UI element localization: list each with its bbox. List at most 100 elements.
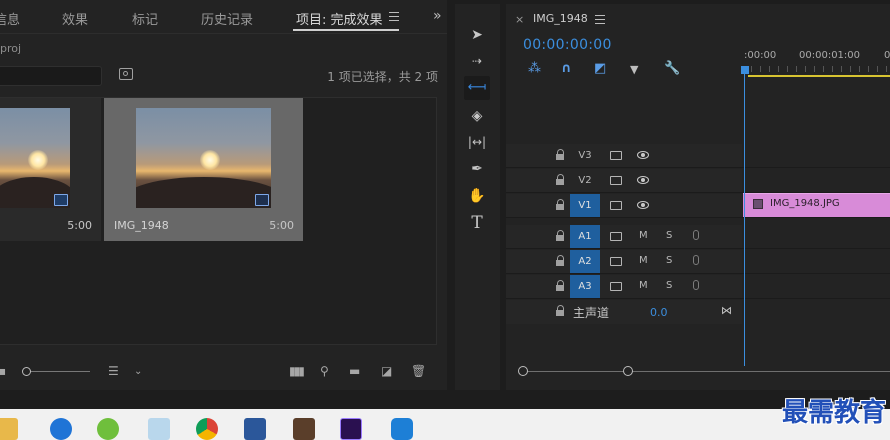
track-label[interactable]: A3 [570, 275, 600, 298]
lock-icon[interactable] [556, 255, 565, 267]
sync-lock-icon[interactable] [610, 176, 622, 185]
file-explorer-icon[interactable] [0, 418, 18, 440]
zoom-slider-handle[interactable] [22, 367, 31, 376]
tab-history[interactable]: 历史记录 [201, 9, 253, 28]
lock-icon[interactable] [556, 149, 565, 161]
clip-name: IMG_1948 [114, 219, 169, 232]
sync-lock-icon[interactable] [610, 201, 622, 210]
clip-type-icon [54, 194, 68, 206]
solo-button[interactable]: S [666, 280, 672, 291]
menu-icon[interactable] [389, 12, 399, 24]
tab-project[interactable]: 项目: 完成效果 [296, 9, 383, 28]
eye-icon[interactable] [637, 151, 649, 159]
search-input[interactable] [0, 66, 102, 86]
mute-button[interactable]: M [639, 255, 648, 266]
tab-info[interactable]: 信息 [0, 9, 20, 28]
track-label[interactable]: A1 [570, 225, 600, 248]
ruler-label: 0 [884, 50, 890, 61]
app-green-icon[interactable] [97, 418, 119, 440]
hand-tool-icon[interactable]: ✋ [464, 184, 490, 208]
menu-icon[interactable] [595, 15, 605, 27]
master-volume-value[interactable]: 0.0 [650, 306, 668, 319]
track-label[interactable]: A2 [570, 250, 600, 273]
trash-icon[interactable]: 🗑 [411, 364, 426, 378]
sequence-tab[interactable]: IMG_1948 [533, 12, 588, 25]
automate-icon[interactable]: ▮▮▮ [289, 364, 305, 378]
sync-lock-icon[interactable] [610, 232, 622, 241]
time-ruler[interactable]: :00:00 00:00:01:00 0 [742, 38, 890, 78]
clip-card-selected[interactable]: IMG_1948 5:00 [104, 98, 303, 241]
add-marker-icon[interactable]: ▼ [630, 63, 638, 76]
eye-icon[interactable] [637, 201, 649, 209]
overflow-icon[interactable]: » [433, 8, 442, 24]
timeline-video-clip[interactable]: IMG_1948.JPG [743, 193, 890, 217]
clip-duration: 5:00 [67, 219, 92, 232]
sync-lock-icon[interactable] [610, 257, 622, 266]
zoom-slider[interactable] [30, 371, 90, 372]
ripple-edit-tool-icon[interactable]: ⟻ [464, 76, 490, 100]
new-bin-icon[interactable]: ▬ [349, 364, 360, 378]
track-label[interactable]: V3 [570, 144, 600, 167]
bin-search-icon[interactable] [119, 68, 133, 80]
project-panel: 信息 效果 标记 历史记录 项目: 完成效果 » proj 1 项已选择，共 2… [0, 0, 447, 390]
close-icon[interactable]: × [515, 13, 524, 26]
scroll-track [524, 371, 890, 372]
lock-icon[interactable] [556, 280, 565, 292]
sort-icon[interactable]: ☰ [108, 364, 119, 378]
clip-card[interactable]: 5:00 [0, 98, 101, 241]
project-filename: proj [0, 42, 22, 55]
sync-lock-icon[interactable] [610, 151, 622, 160]
edge-icon[interactable] [50, 418, 72, 440]
type-tool-icon[interactable]: T [464, 211, 490, 235]
sync-lock-icon[interactable] [610, 282, 622, 291]
tab-markers[interactable]: 标记 [132, 9, 158, 28]
mute-button[interactable]: M [639, 230, 648, 241]
track-select-tool-icon[interactable]: ⇢ [464, 49, 490, 73]
work-area-bar[interactable] [748, 75, 890, 77]
track-label[interactable]: V1 [570, 194, 600, 217]
selection-tool-icon[interactable]: ➤ [464, 23, 490, 47]
eye-icon[interactable] [637, 176, 649, 184]
mic-icon[interactable] [693, 255, 699, 265]
lock-icon[interactable] [556, 199, 565, 211]
lock-icon[interactable] [556, 174, 565, 186]
mic-icon[interactable] [693, 280, 699, 290]
go-to-end-icon[interactable]: ⋈ [721, 304, 732, 317]
icon-view-icon[interactable]: ▪ [0, 364, 6, 378]
chrome-icon[interactable] [196, 418, 218, 440]
nest-icon[interactable]: ⁂ [528, 61, 541, 76]
chevron-down-icon[interactable]: ⌄ [134, 366, 142, 377]
slip-tool-icon[interactable]: |↔| [464, 130, 490, 154]
playhead-handle[interactable] [741, 66, 749, 74]
new-item-icon[interactable]: ◪ [381, 364, 392, 378]
lock-icon[interactable] [556, 305, 565, 317]
scroll-handle-end[interactable] [623, 366, 633, 376]
word-icon[interactable] [244, 418, 266, 440]
premiere-icon[interactable] [340, 418, 362, 440]
scroll-handle-start[interactable] [518, 366, 528, 376]
track-label[interactable]: V2 [570, 169, 600, 192]
app-game-icon[interactable] [293, 418, 315, 440]
timeline-zoom-scrollbar[interactable] [518, 366, 890, 378]
snap-icon[interactable]: ∩ [561, 61, 572, 76]
tab-effects[interactable]: 效果 [62, 9, 88, 28]
solo-button[interactable]: S [666, 255, 672, 266]
app-phone-icon[interactable] [391, 418, 413, 440]
app-eraser-icon[interactable] [148, 418, 170, 440]
pen-tool-icon[interactable]: ✒ [464, 157, 490, 181]
clip-duration: 5:00 [269, 219, 294, 232]
mic-icon[interactable] [693, 230, 699, 240]
lock-icon[interactable] [556, 230, 565, 242]
wrench-icon[interactable]: 🔧 [664, 61, 680, 76]
razor-tool-icon[interactable]: ◈ [464, 104, 490, 128]
mute-button[interactable]: M [639, 280, 648, 291]
clip-thumbnail [136, 108, 271, 208]
clip-type-icon [255, 194, 269, 206]
find-icon[interactable]: ⚲ [320, 364, 329, 378]
solo-button[interactable]: S [666, 230, 672, 241]
clip-thumbnail [0, 108, 70, 208]
track-area[interactable] [742, 144, 890, 328]
linked-selection-icon[interactable]: ◩ [594, 61, 606, 76]
track-a3: A3 M S [506, 275, 742, 299]
timecode-display[interactable]: 00:00:00:00 [523, 37, 612, 53]
